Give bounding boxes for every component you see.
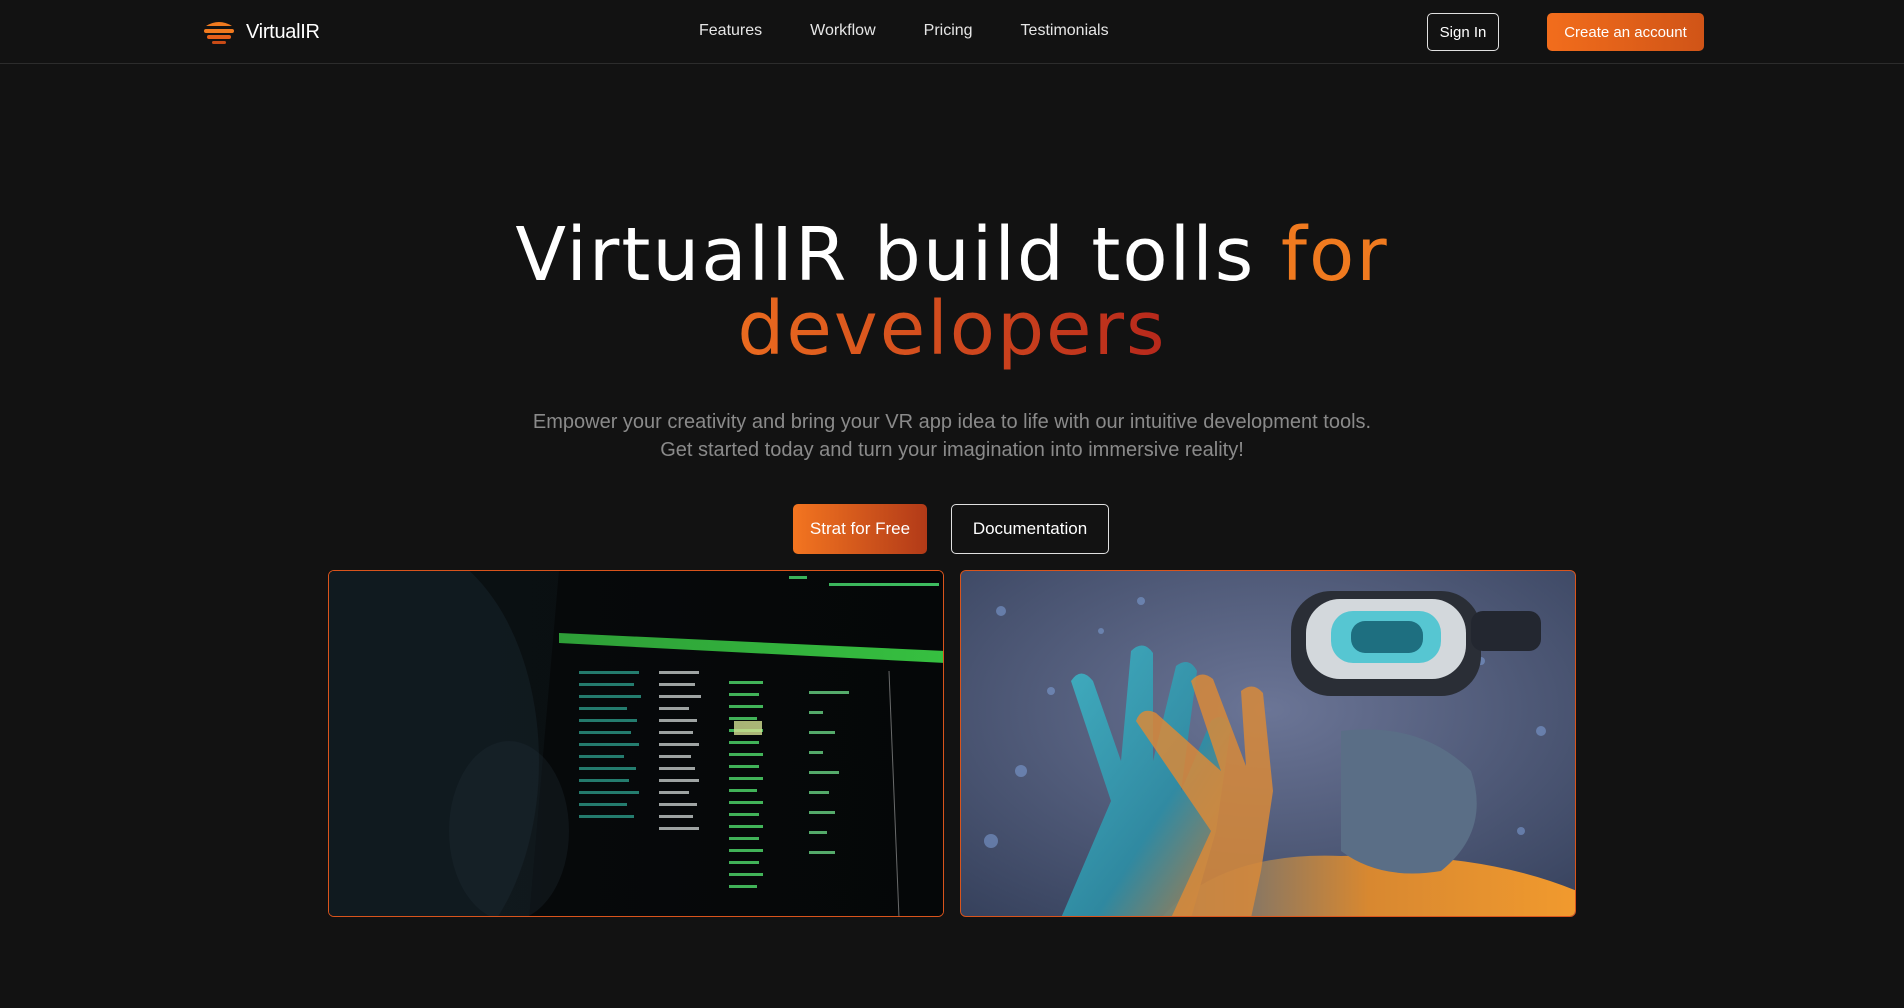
brand[interactable]: VirtualIR	[202, 18, 320, 46]
brand-name: VirtualIR	[246, 20, 320, 43]
vr-headset-person-image	[960, 570, 1576, 917]
hero-subtitle: Empower your creativity and bring your V…	[0, 408, 1904, 464]
hero-title: VirtualIR build tolls for developers	[0, 218, 1904, 366]
hero-title-accent-for: for	[1280, 212, 1389, 298]
create-account-button[interactable]: Create an account	[1547, 13, 1704, 51]
terminal-monitor-image	[328, 570, 944, 917]
navbar: VirtualIR Features Workflow Pricing Test…	[0, 0, 1904, 64]
hero-subtitle-line1: Empower your creativity and bring your V…	[532, 411, 1372, 433]
hero-subtitle-line2: Get started today and turn your imaginat…	[660, 439, 1244, 461]
cta-row: Strat for Free Documentation	[793, 504, 1109, 554]
sign-in-button[interactable]: Sign In	[1427, 13, 1499, 51]
documentation-button[interactable]: Documentation	[951, 504, 1109, 554]
nav-link-workflow[interactable]: Workflow	[810, 22, 876, 40]
hero-title-accent-developers: developers	[737, 286, 1167, 372]
logo-icon	[202, 20, 236, 44]
nav-link-pricing[interactable]: Pricing	[924, 22, 973, 40]
start-free-button[interactable]: Strat for Free	[793, 504, 927, 554]
nav-link-testimonials[interactable]: Testimonials	[1021, 22, 1109, 40]
main-nav: Features Workflow Pricing Testimonials	[699, 22, 1109, 40]
nav-link-features[interactable]: Features	[699, 22, 762, 40]
